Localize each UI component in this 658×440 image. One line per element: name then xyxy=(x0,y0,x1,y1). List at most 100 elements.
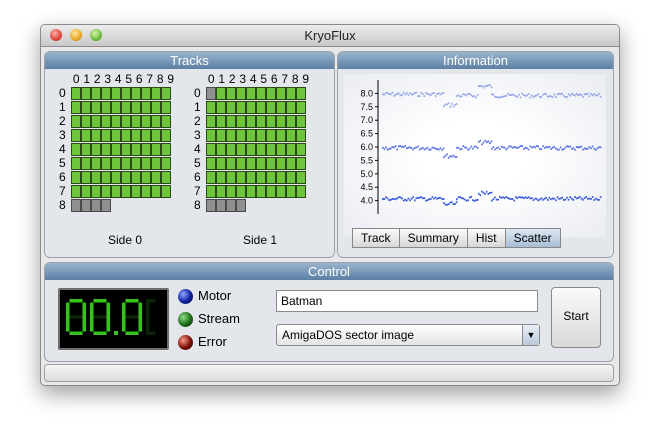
track-cell[interactable] xyxy=(256,171,266,184)
track-cell[interactable] xyxy=(256,129,266,142)
track-cell[interactable] xyxy=(296,115,306,128)
track-cell[interactable] xyxy=(91,143,101,156)
track-cell[interactable] xyxy=(276,143,286,156)
tab-summary[interactable]: Summary xyxy=(398,228,468,248)
track-cell[interactable] xyxy=(91,199,101,212)
track-cell[interactable] xyxy=(151,129,161,142)
track-cell[interactable] xyxy=(101,171,111,184)
track-cell[interactable] xyxy=(226,185,236,198)
track-cell[interactable] xyxy=(266,101,276,114)
track-cell[interactable] xyxy=(266,171,276,184)
track-cell[interactable] xyxy=(161,129,171,142)
track-cell[interactable] xyxy=(121,129,131,142)
track-cell[interactable] xyxy=(226,199,236,212)
track-cell[interactable] xyxy=(121,87,131,100)
track-cell[interactable] xyxy=(296,129,306,142)
track-cell[interactable] xyxy=(246,101,256,114)
track-cell[interactable] xyxy=(121,143,131,156)
track-cell[interactable] xyxy=(246,129,256,142)
track-cell[interactable] xyxy=(256,143,266,156)
track-cell[interactable] xyxy=(226,143,236,156)
track-cell[interactable] xyxy=(151,171,161,184)
start-button[interactable]: Start xyxy=(551,287,601,348)
track-cell[interactable] xyxy=(286,87,296,100)
track-cell[interactable] xyxy=(161,157,171,170)
track-cell[interactable] xyxy=(206,143,216,156)
track-cell[interactable] xyxy=(151,87,161,100)
track-cell[interactable] xyxy=(236,129,246,142)
track-cell[interactable] xyxy=(161,171,171,184)
track-cell[interactable] xyxy=(286,143,296,156)
track-cell[interactable] xyxy=(71,171,81,184)
track-cell[interactable] xyxy=(131,87,141,100)
track-cell[interactable] xyxy=(111,115,121,128)
track-cell[interactable] xyxy=(206,101,216,114)
track-cell[interactable] xyxy=(131,101,141,114)
track-cell[interactable] xyxy=(236,157,246,170)
track-cell[interactable] xyxy=(286,185,296,198)
tab-track[interactable]: Track xyxy=(352,228,400,248)
track-cell[interactable] xyxy=(151,143,161,156)
track-cell[interactable] xyxy=(206,185,216,198)
track-cell[interactable] xyxy=(91,157,101,170)
track-cell[interactable] xyxy=(91,115,101,128)
track-cell[interactable] xyxy=(286,171,296,184)
track-cell[interactable] xyxy=(81,157,91,170)
track-cell[interactable] xyxy=(296,185,306,198)
track-cell[interactable] xyxy=(141,171,151,184)
track-cell[interactable] xyxy=(161,143,171,156)
track-cell[interactable] xyxy=(216,199,226,212)
title-bar[interactable]: KryoFlux xyxy=(41,25,619,47)
track-cell[interactable] xyxy=(266,157,276,170)
track-cell[interactable] xyxy=(266,143,276,156)
track-cell[interactable] xyxy=(246,87,256,100)
track-cell[interactable] xyxy=(101,199,111,212)
track-cell[interactable] xyxy=(206,87,216,100)
track-cell[interactable] xyxy=(226,101,236,114)
track-cell[interactable] xyxy=(111,101,121,114)
track-cell[interactable] xyxy=(71,115,81,128)
track-cell[interactable] xyxy=(226,129,236,142)
track-cell[interactable] xyxy=(226,87,236,100)
track-cell[interactable] xyxy=(236,199,246,212)
track-cell[interactable] xyxy=(256,157,266,170)
track-cell[interactable] xyxy=(71,143,81,156)
track-cell[interactable] xyxy=(161,101,171,114)
track-cell[interactable] xyxy=(161,185,171,198)
track-cell[interactable] xyxy=(256,115,266,128)
track-cell[interactable] xyxy=(276,129,286,142)
track-cell[interactable] xyxy=(111,171,121,184)
track-cell[interactable] xyxy=(71,199,81,212)
track-cell[interactable] xyxy=(286,157,296,170)
track-cell[interactable] xyxy=(266,129,276,142)
track-cell[interactable] xyxy=(131,143,141,156)
track-cell[interactable] xyxy=(91,129,101,142)
track-cell[interactable] xyxy=(91,185,101,198)
track-cell[interactable] xyxy=(236,185,246,198)
track-cell[interactable] xyxy=(141,143,151,156)
track-cell[interactable] xyxy=(121,115,131,128)
track-cell[interactable] xyxy=(286,129,296,142)
track-cell[interactable] xyxy=(81,87,91,100)
track-cell[interactable] xyxy=(161,115,171,128)
track-cell[interactable] xyxy=(216,157,226,170)
dropdown-arrow-icon[interactable]: ▼ xyxy=(522,325,539,345)
track-cell[interactable] xyxy=(296,171,306,184)
track-cell[interactable] xyxy=(101,129,111,142)
track-cell[interactable] xyxy=(91,101,101,114)
track-cell[interactable] xyxy=(161,87,171,100)
track-cell[interactable] xyxy=(266,87,276,100)
track-cell[interactable] xyxy=(256,185,266,198)
track-cell[interactable] xyxy=(81,115,91,128)
track-cell[interactable] xyxy=(286,101,296,114)
track-cell[interactable] xyxy=(151,157,161,170)
track-cell[interactable] xyxy=(206,171,216,184)
track-cell[interactable] xyxy=(121,101,131,114)
track-cell[interactable] xyxy=(256,101,266,114)
track-cell[interactable] xyxy=(141,115,151,128)
track-cell[interactable] xyxy=(81,185,91,198)
track-cell[interactable] xyxy=(111,129,121,142)
track-cell[interactable] xyxy=(276,101,286,114)
track-cell[interactable] xyxy=(276,115,286,128)
tab-scatter[interactable]: Scatter xyxy=(504,228,561,248)
